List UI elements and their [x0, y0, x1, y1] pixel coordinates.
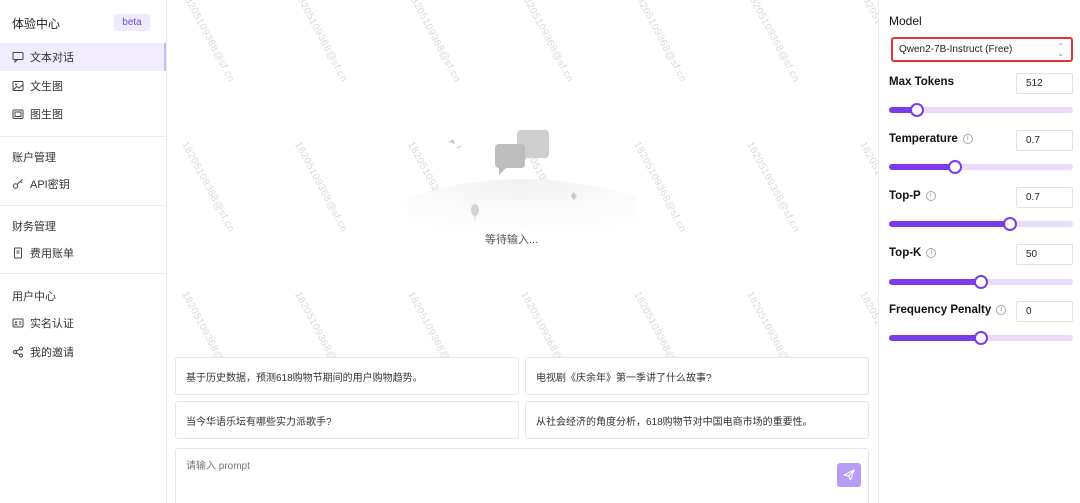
- watermark-text: 18205109368@sf.cn: [405, 0, 463, 85]
- sidebar-item-label: 图生图: [30, 109, 63, 121]
- share-icon: [12, 346, 24, 358]
- watermark-text: 18205109368@sf.cn: [631, 140, 689, 235]
- chat-icon: [12, 51, 24, 63]
- watermark-text: 18205109368@sf.cn: [179, 0, 237, 85]
- sidebar-brand: 体验中心: [12, 17, 61, 31]
- param-label-top-k: Top-K i: [889, 247, 937, 259]
- watermark-text: 18205109368@sf.cn: [744, 140, 802, 235]
- slider-handle[interactable]: [974, 275, 988, 289]
- info-icon[interactable]: i: [996, 304, 1007, 315]
- info-icon[interactable]: i: [925, 190, 936, 201]
- sidebar-item-label: 文生图: [30, 81, 63, 93]
- top-k-slider[interactable]: [889, 275, 1073, 289]
- chevron-updown-icon: ⌃ ⌄: [1057, 42, 1064, 58]
- sidebar-item-text-chat[interactable]: 文本对话: [0, 43, 166, 71]
- param-label-frequency-penalty: Frequency Penalty i: [889, 304, 1007, 316]
- sidebar-item-label: 实名认证: [30, 318, 74, 330]
- frequency-penalty-input[interactable]: [1016, 301, 1073, 322]
- image-icon: [12, 80, 24, 92]
- sidebar-item-label: 费用账单: [30, 248, 74, 260]
- top-p-input[interactable]: [1016, 187, 1073, 208]
- temperature-input[interactable]: [1016, 130, 1073, 151]
- watermark-text: 18205109368@sf.cn: [179, 140, 237, 235]
- slider-handle[interactable]: [948, 160, 963, 174]
- prompt-input[interactable]: [186, 457, 826, 475]
- watermark-text: 18205109368@sf.cn: [292, 140, 350, 235]
- beta-badge: beta: [114, 14, 150, 31]
- temperature-slider[interactable]: [889, 160, 1073, 174]
- section-title-finance: 财务管理: [12, 221, 56, 233]
- key-icon: [12, 178, 24, 190]
- sidebar-item-text-to-image[interactable]: 文生图: [0, 72, 166, 100]
- max-tokens-input[interactable]: [1016, 73, 1073, 94]
- sidebar: 体验中心 beta 文本对话 文生图 图生图 账户管理 API密钥 财务管理 费…: [0, 0, 167, 503]
- section-title-user-center: 用户中心: [12, 291, 56, 303]
- model-label: Model: [889, 14, 922, 28]
- sidebar-divider: [0, 205, 166, 206]
- send-button[interactable]: [837, 463, 861, 487]
- slider-handle[interactable]: [974, 331, 988, 345]
- suggestion-card[interactable]: 电视剧《庆余年》第一季讲了什么故事?: [525, 357, 869, 395]
- chat-main: 18205109368@sf.cn 18205109368@sf.cn 182051…: [167, 0, 878, 503]
- sidebar-item-real-name[interactable]: 实名认证: [0, 309, 166, 337]
- sidebar-divider: [0, 136, 166, 137]
- suggestion-card[interactable]: 基于历史数据，预测618购物节期间的用户购物趋势。: [175, 357, 519, 395]
- bill-icon: [12, 247, 24, 259]
- top-p-slider[interactable]: [889, 217, 1073, 231]
- info-icon[interactable]: i: [962, 133, 973, 144]
- max-tokens-slider[interactable]: [889, 103, 1073, 117]
- param-label-temperature: Temperature i: [889, 133, 973, 145]
- app-root: 体验中心 beta 文本对话 文生图 图生图 账户管理 API密钥 财务管理 费…: [0, 0, 1080, 503]
- section-title-account: 账户管理: [12, 152, 56, 164]
- sidebar-item-label: API密钥: [30, 179, 70, 191]
- sidebar-item-invites[interactable]: 我的邀请: [0, 338, 166, 366]
- suggestion-card[interactable]: 当今华语乐坛有哪些实力派歌手?: [175, 401, 519, 439]
- top-k-input[interactable]: [1016, 244, 1073, 265]
- sidebar-item-api-keys[interactable]: API密钥: [0, 170, 166, 198]
- slider-handle[interactable]: [1003, 217, 1018, 231]
- suggestion-card[interactable]: 从社会经济的角度分析，618购物节对中国电商市场的重要性。: [525, 401, 869, 439]
- watermark-text: 18205109368@sf.cn: [857, 140, 878, 235]
- sidebar-item-billing[interactable]: 费用账单: [0, 239, 166, 267]
- slider-handle[interactable]: [909, 103, 924, 117]
- parameters-panel: Model Qwen2-7B-Instruct (Free) ⌃ ⌄ Max To…: [878, 0, 1080, 503]
- model-select-value: Qwen2-7B-Instruct (Free): [899, 44, 1013, 55]
- images-icon: [12, 108, 24, 120]
- watermark-text: 18205109368@sf.cn: [744, 0, 802, 85]
- watermark-text: 18205109368@sf.cn: [518, 0, 576, 85]
- sidebar-divider: [0, 273, 166, 274]
- watermark-text: 18205109368@sf.cn: [857, 0, 878, 85]
- watermark-text: 18205109368@sf.cn: [631, 0, 689, 85]
- id-card-icon: [12, 317, 24, 329]
- send-icon: [843, 469, 855, 481]
- frequency-penalty-slider[interactable]: [889, 331, 1073, 345]
- sidebar-item-image-to-image[interactable]: 图生图: [0, 100, 166, 128]
- sidebar-item-label: 文本对话: [30, 52, 74, 64]
- empty-state-text: 等待输入...: [485, 234, 539, 246]
- param-label-max-tokens: Max Tokens: [889, 76, 954, 88]
- watermark-text: 18205109368@sf.cn: [292, 0, 350, 85]
- sidebar-item-label: 我的邀请: [30, 347, 74, 359]
- model-select[interactable]: Qwen2-7B-Instruct (Free) ⌃ ⌄: [891, 37, 1073, 62]
- info-icon[interactable]: i: [926, 247, 937, 258]
- param-label-top-p: Top-P i: [889, 190, 936, 202]
- prompt-box: [175, 448, 869, 503]
